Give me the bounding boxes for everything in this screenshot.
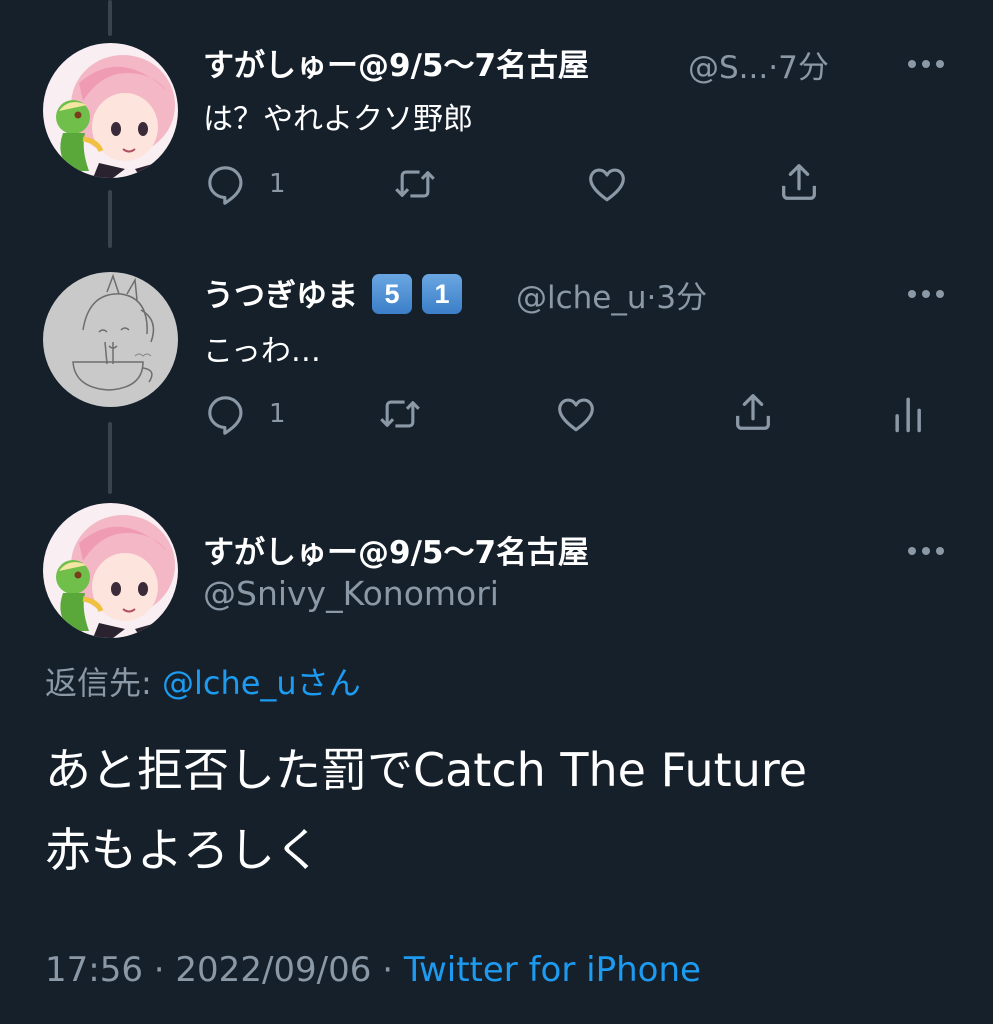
thread-line xyxy=(108,422,112,494)
like-button[interactable] xyxy=(584,161,630,207)
emoji-badge: 1 xyxy=(422,274,462,314)
handle[interactable]: @S... xyxy=(688,50,768,86)
reply-button[interactable]: 1 xyxy=(203,161,286,207)
retweet-button[interactable] xyxy=(376,391,424,437)
like-icon xyxy=(584,162,630,206)
tweet-text: は？やれよクソ野郎 xyxy=(203,102,473,137)
avatar[interactable] xyxy=(43,43,178,178)
analytics-button[interactable] xyxy=(888,391,932,437)
separator: · xyxy=(646,280,657,316)
timestamp[interactable]: 3分 xyxy=(656,280,707,316)
tweet-meta: @lche_u·3分 xyxy=(516,272,707,317)
reply-to-line: 返信先: @lche_uさん xyxy=(45,658,361,704)
retweet-icon xyxy=(376,392,424,436)
timestamp[interactable]: 7分 xyxy=(778,50,829,86)
emoji-badge: 5 xyxy=(372,274,412,314)
thread-line xyxy=(108,190,112,248)
display-name[interactable]: すがしゅー@9/5〜7名古屋 xyxy=(203,40,589,85)
share-button[interactable] xyxy=(776,159,822,205)
avatar[interactable] xyxy=(43,272,178,407)
tweet-text-line: 赤もよろしく xyxy=(45,823,321,877)
reply-to-suffix[interactable]: さん xyxy=(297,664,361,702)
reply-to-label: 返信先: xyxy=(45,664,152,702)
share-button[interactable] xyxy=(730,389,776,435)
tweet-footer: 17:56 · 2022/09/06 · Twitter for iPhone xyxy=(45,950,701,990)
avatar[interactable] xyxy=(43,503,178,638)
date: 2022/09/06 xyxy=(175,950,372,990)
share-icon xyxy=(776,159,822,205)
retweet-icon xyxy=(391,162,439,206)
more-icon[interactable] xyxy=(906,285,946,297)
like-button[interactable] xyxy=(553,391,599,437)
separator: · xyxy=(768,50,779,86)
reply-icon xyxy=(203,392,247,436)
handle[interactable]: @lche_u xyxy=(516,280,647,316)
share-icon xyxy=(730,389,776,435)
separator: · xyxy=(153,950,165,990)
more-icon[interactable] xyxy=(906,55,946,67)
timestamp: 17:56 xyxy=(45,950,143,990)
display-name[interactable]: うつぎゆま 5 1 xyxy=(203,270,462,315)
handle[interactable]: @Snivy_Konomori xyxy=(203,574,499,613)
reply-count: 1 xyxy=(269,169,286,199)
reply-icon xyxy=(203,162,247,206)
reply-button[interactable]: 1 xyxy=(203,391,286,437)
display-name[interactable]: すがしゅー@9/5〜7名古屋 xyxy=(203,527,589,572)
reply-to-handle[interactable]: @lche_u xyxy=(162,664,297,702)
thread-line xyxy=(108,0,112,36)
tweet-text-line: あと拒否した罰でCatch The Future xyxy=(45,743,808,797)
source-link[interactable]: Twitter for iPhone xyxy=(404,950,701,990)
display-name-text: うつぎゆま xyxy=(203,278,358,314)
retweet-button[interactable] xyxy=(391,161,439,207)
reply-count: 1 xyxy=(269,399,286,429)
analytics-icon xyxy=(888,392,932,436)
like-icon xyxy=(553,392,599,436)
separator: · xyxy=(382,950,394,990)
tweet-text: こっわ… xyxy=(203,334,321,369)
more-icon[interactable] xyxy=(906,542,946,554)
tweet-meta: @S...·7分 xyxy=(688,42,829,87)
